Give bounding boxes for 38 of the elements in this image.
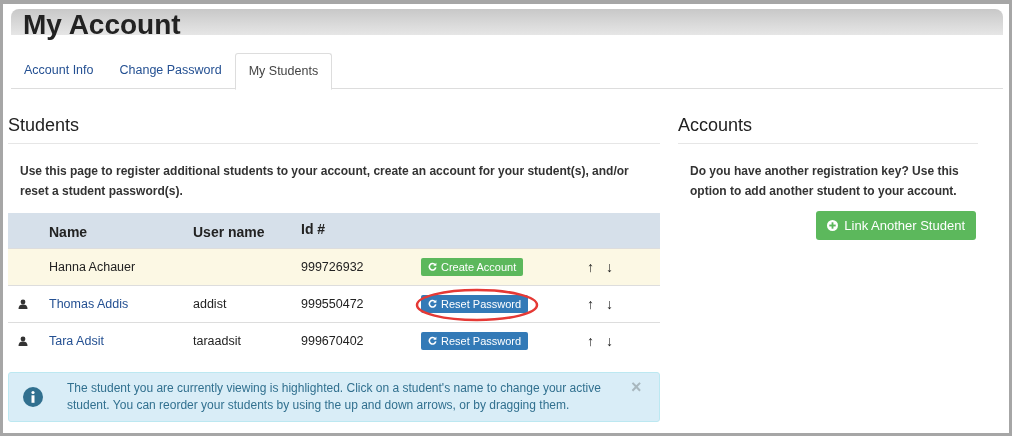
page-title: My Account xyxy=(22,8,182,42)
move-down-arrow[interactable]: ↓ xyxy=(606,332,613,349)
alert-text: The student you are currently viewing is highlighted. Click on a student's name to change your active student. You can reorder your students by using the up and down arrows, or by dragging them. xyxy=(67,380,602,414)
tab[interactable]: My Students xyxy=(234,53,333,90)
table-cell: 999670402 xyxy=(301,333,364,348)
tab[interactable]: Account Info xyxy=(11,53,107,88)
table-cell: 999726932 xyxy=(301,259,364,274)
move-up-arrow[interactable]: ↑ xyxy=(587,295,594,312)
column-header: User name xyxy=(193,223,265,240)
reset-password-button[interactable]: Reset Password xyxy=(421,331,529,350)
column-header: Name xyxy=(49,223,88,240)
move-up-arrow[interactable]: ↑ xyxy=(587,258,594,275)
student-row[interactable]: Thomas Addis addist 999550472 Reset Password ↑ ↓ xyxy=(8,285,660,322)
info-icon xyxy=(23,387,43,407)
tab[interactable]: Change Password xyxy=(106,53,235,88)
student-name-link[interactable]: Tara Adsit xyxy=(49,333,104,348)
section-heading: Accounts xyxy=(678,115,978,144)
table-cell: addist xyxy=(193,296,227,311)
accounts-text: Do you have another registration key? Use this option to add another student to your account. xyxy=(690,163,960,200)
student-name-link[interactable]: Thomas Addis xyxy=(49,296,129,311)
intro-text: Use this page to register additional students to your account, create an account for your student(s), and/or reset a student password(s). xyxy=(20,163,630,200)
move-up-arrow[interactable]: ↑ xyxy=(587,332,594,349)
student-row[interactable]: Hanna Achauer 999726932 Create Account ↑ ↓ xyxy=(8,248,660,285)
refresh-icon xyxy=(428,262,437,271)
person-icon xyxy=(18,335,28,346)
move-down-arrow[interactable]: ↓ xyxy=(606,295,613,312)
section-heading: Students xyxy=(8,115,660,144)
table-cell: 999550472 xyxy=(301,296,364,311)
refresh-icon xyxy=(428,336,437,346)
column-header: Id # xyxy=(301,221,326,237)
student-name: Hanna Achauer xyxy=(49,259,136,274)
plus-icon xyxy=(827,220,839,231)
student-row[interactable]: Tara Adsit taraadsit 999670402 Reset Password ↑ ↓ xyxy=(8,322,660,359)
refresh-icon xyxy=(428,299,437,308)
move-down-arrow[interactable]: ↓ xyxy=(606,258,613,275)
table-cell: taraadsit xyxy=(193,333,241,348)
person-icon xyxy=(18,298,28,309)
reset-password-button[interactable]: Reset Password xyxy=(421,294,529,313)
